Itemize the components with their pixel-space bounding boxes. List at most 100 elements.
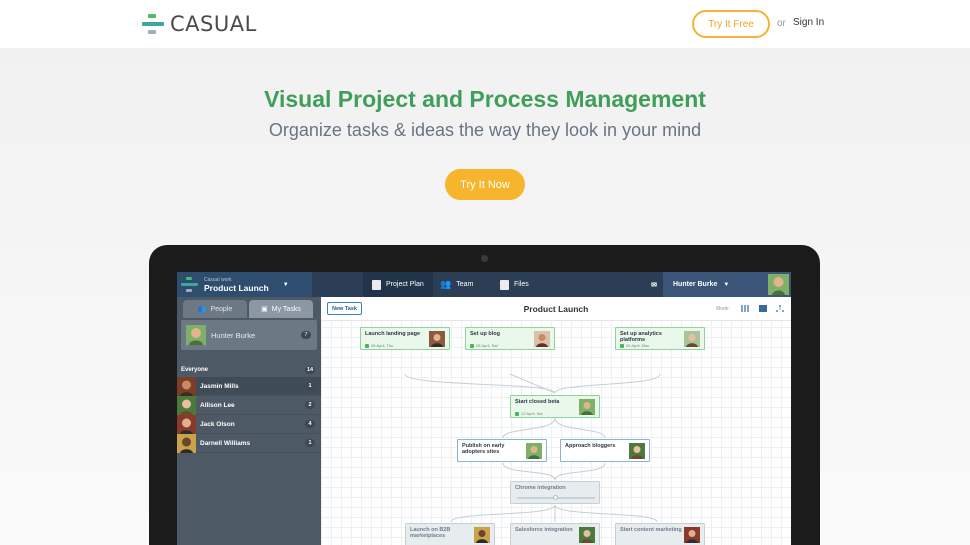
person-row[interactable]: Jasmin Mills 1 — [177, 376, 321, 396]
task-title: Chrome integration — [515, 485, 566, 491]
user-menu[interactable]: Hunter Burke ▼ — [663, 272, 791, 297]
task-title: Set up analytics platforms — [620, 331, 662, 343]
team-sidebar: 👥 People ▣ My Tasks Hunter Burke 7 Every… — [177, 297, 321, 545]
flow-view-icon[interactable] — [776, 305, 784, 312]
task-title: Launch on B2B marketplaces — [410, 527, 451, 539]
hero-subheadline: Organize tasks & ideas the way they look… — [268, 120, 702, 140]
person-row[interactable]: Darnell Williams 1 — [177, 433, 321, 453]
avatar — [629, 443, 645, 459]
files-icon — [500, 279, 509, 290]
avatar — [534, 331, 550, 347]
app-screenshot: Casual work Product Launch ▼ Project Pla… — [177, 272, 791, 545]
checkbox-icon — [470, 343, 474, 348]
avatar — [177, 433, 196, 453]
tab-my-tasks[interactable]: ▣ My Tasks — [249, 300, 313, 318]
task-title: Start closed beta — [515, 399, 560, 405]
tab-label: My Tasks — [271, 305, 301, 313]
task-count-badge: 1 — [305, 382, 315, 390]
person-name: Darnell Williams — [200, 439, 251, 447]
task-title: Publish on early adopters sites — [462, 443, 505, 455]
task-card[interactable]: Salesforce integration — [510, 523, 600, 545]
task-card[interactable]: Chrome integration — [510, 481, 600, 504]
mode-label: Mode: — [716, 306, 730, 312]
project-selector[interactable]: Casual work Product Launch ▼ — [177, 272, 312, 297]
task-title: Salesforce integration — [515, 527, 573, 533]
logo-mark-icon — [142, 14, 164, 34]
board-toolbar: New Task Product Launch Mode: — [321, 297, 791, 321]
task-card[interactable]: Start closed beta 12 April, Sat — [510, 395, 600, 418]
task-date-text: 12 April, Sat — [521, 411, 543, 416]
task-card[interactable]: Set up analytics platforms 09 April, Mon — [615, 327, 705, 350]
mail-button[interactable]: ✉ — [643, 272, 665, 297]
logo-text: CASUAL — [170, 12, 257, 36]
avatar — [579, 527, 595, 543]
person-row[interactable]: Jack Olson 4 — [177, 414, 321, 434]
avatar — [768, 274, 789, 295]
task-count-badge: 7 — [301, 331, 311, 339]
avatar — [579, 399, 595, 415]
task-title: Start content marketing — [620, 527, 682, 533]
task-date-text: 09 April, Mon — [626, 343, 650, 348]
avatar — [177, 376, 196, 396]
task-date: 12 April, Sat — [515, 411, 543, 416]
or-text: or — [777, 18, 786, 29]
chevron-down-icon: ▼ — [723, 281, 730, 288]
progress-handle[interactable] — [553, 495, 558, 500]
app-logo-icon — [181, 277, 198, 292]
avatar — [684, 331, 700, 347]
task-card[interactable]: Start content marketing — [615, 523, 705, 545]
chevron-down-icon: ▼ — [282, 281, 289, 288]
laptop-device: Casual work Product Launch ▼ Project Pla… — [149, 245, 820, 545]
project-board[interactable]: New Task Product Launch Mode: Launch lan… — [321, 297, 791, 545]
checkbox-icon — [515, 411, 519, 416]
avatar — [186, 325, 206, 345]
task-count-badge: 1 — [305, 439, 315, 447]
task-card[interactable]: Launch on B2B marketplaces — [405, 523, 495, 545]
casual-logo[interactable]: CASUAL — [142, 12, 257, 36]
inbox-icon: ▣ — [261, 306, 268, 313]
avatar — [526, 443, 542, 459]
task-card[interactable]: Set up blog 08 April, Sat — [465, 327, 555, 350]
checkbox-icon — [620, 343, 624, 348]
sidebar-tabs: 👥 People ▣ My Tasks — [183, 300, 313, 318]
task-count-badge: 4 — [305, 420, 315, 428]
task-date: 09 April, Mon — [620, 343, 649, 348]
avatar — [474, 527, 490, 543]
list-view-icon[interactable] — [759, 305, 767, 312]
tab-label: Team — [456, 281, 474, 288]
task-title: Approach bloggers — [565, 443, 616, 449]
group-everyone[interactable]: Everyone 14 — [177, 363, 321, 377]
person-row[interactable]: Allison Lee 2 — [177, 395, 321, 415]
avatar — [177, 395, 196, 415]
person-name: Jack Olson — [200, 420, 235, 428]
person-name: Jasmin Mills — [200, 382, 239, 390]
task-date-text: 06 April, Thu — [371, 343, 394, 348]
project-name: Product Launch — [204, 282, 269, 293]
task-count-badge: 14 — [305, 366, 315, 374]
try-it-now-button[interactable]: Try It Now — [445, 169, 525, 200]
app-top-nav: Casual work Product Launch ▼ Project Pla… — [177, 272, 791, 297]
tab-project-plan[interactable]: Project Plan — [363, 272, 433, 297]
mail-icon: ✉ — [651, 281, 657, 289]
current-user-name: Hunter Burke — [211, 330, 256, 340]
document-icon — [372, 279, 381, 290]
task-date: 06 April, Thu — [365, 343, 393, 348]
current-user-card[interactable]: Hunter Burke 7 — [181, 320, 317, 350]
task-date-text: 08 April, Sat — [476, 343, 498, 348]
avatar — [177, 414, 196, 434]
sign-in-link[interactable]: Sign In — [793, 17, 824, 28]
try-it-free-button[interactable]: Try It Free — [692, 10, 770, 38]
hero-headline: Visual Project and Process Management — [264, 86, 706, 112]
task-card[interactable]: Launch landing page 06 April, Thu — [360, 327, 450, 350]
task-title: Launch landing page — [365, 331, 421, 337]
task-card[interactable]: Approach bloggers — [560, 439, 650, 462]
task-card[interactable]: Publish on early adopters sites — [457, 439, 547, 462]
avatar — [429, 331, 445, 347]
avatar — [684, 527, 700, 543]
columns-view-icon[interactable] — [741, 305, 749, 312]
person-name: Allison Lee — [200, 401, 235, 409]
site-header: CASUAL Try It Free or Sign In — [0, 0, 970, 48]
tab-people[interactable]: 👥 People — [183, 300, 247, 318]
tab-team[interactable]: 👥 Team — [431, 272, 482, 297]
tab-files[interactable]: Files — [491, 272, 538, 297]
